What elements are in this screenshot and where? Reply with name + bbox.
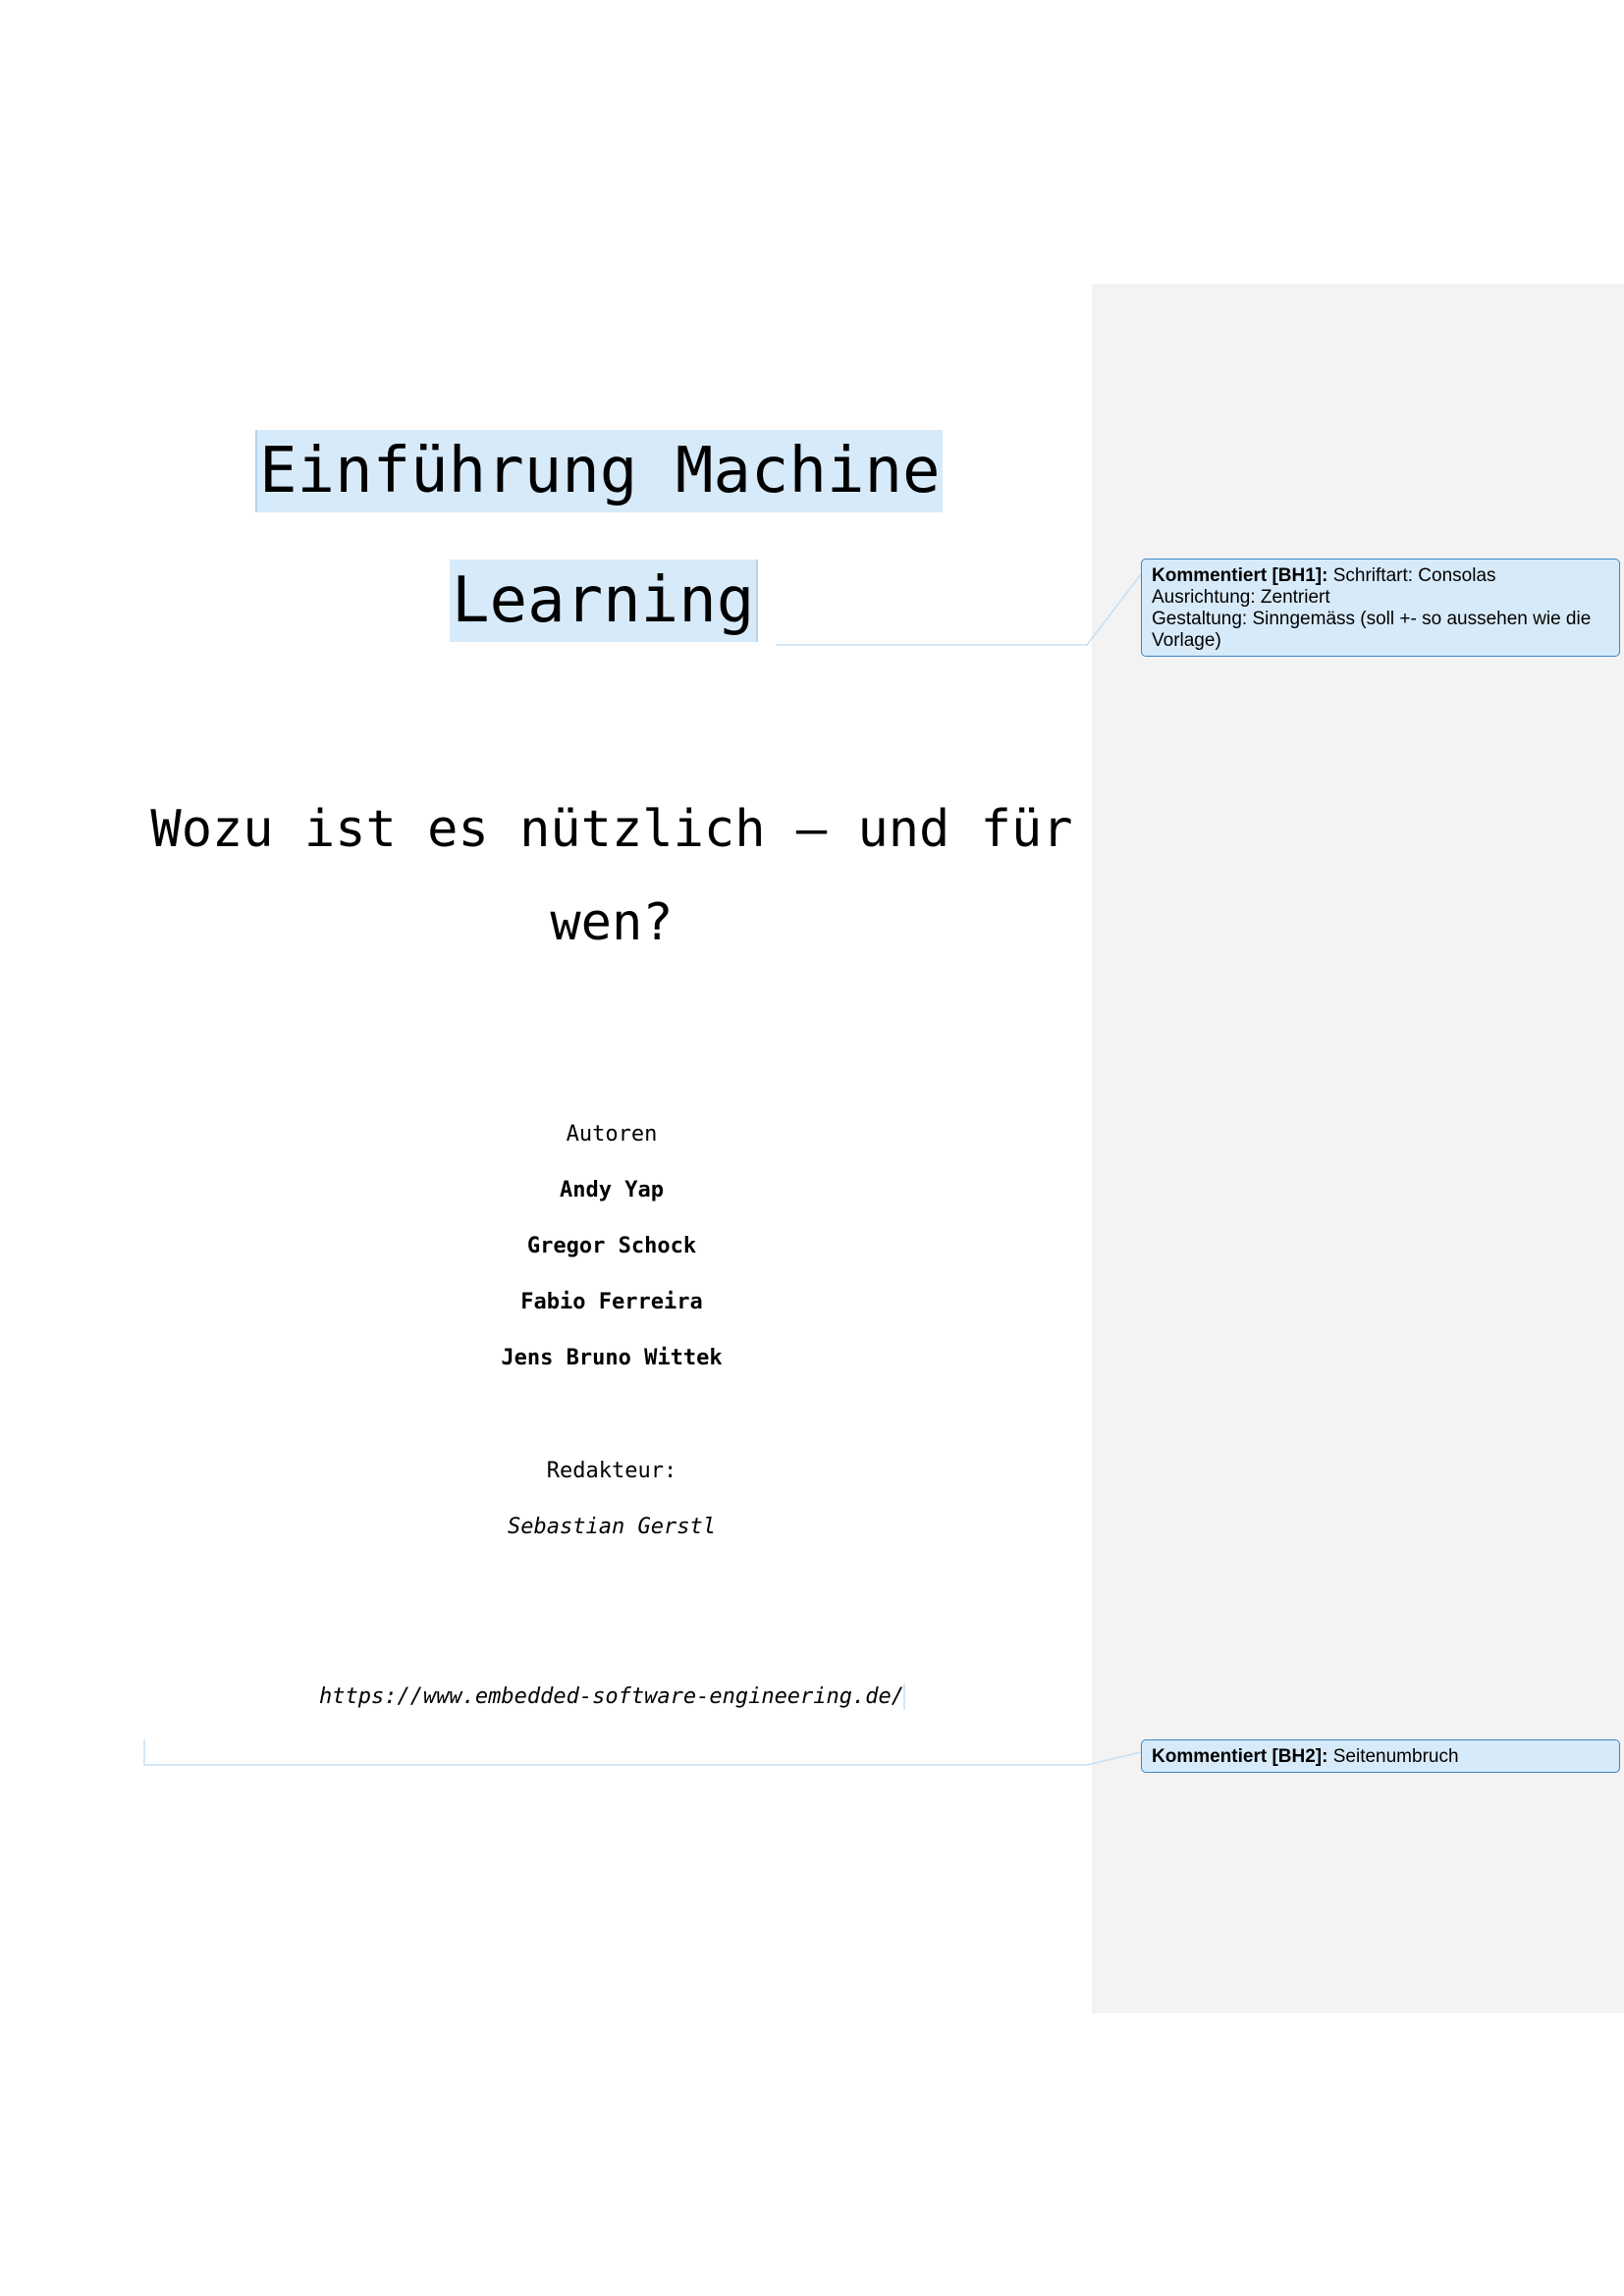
comment-text: Seitenumbruch bbox=[1332, 1746, 1459, 1767]
website-link[interactable]: https://www.embedded-software-engineerin… bbox=[128, 1684, 1096, 1709]
title-line-2: Learning bbox=[450, 560, 759, 642]
title-line-1: Einführung Machine bbox=[255, 430, 943, 512]
author-name: Andy Yap bbox=[560, 1178, 664, 1202]
document-page: Einführung Machine Learning Wozu ist es … bbox=[0, 0, 1624, 2296]
comment-text: Gestaltung: Sinngemäss (soll +- so ausse… bbox=[1152, 609, 1592, 651]
comment-label: Kommentiert [BH1]: bbox=[1152, 565, 1328, 586]
authors-label: Autoren bbox=[566, 1122, 658, 1147]
author-name: Gregor Schock bbox=[526, 1234, 697, 1258]
comment-text: Ausrichtung: Zentriert bbox=[1152, 587, 1330, 608]
editor-label: Redakteur: bbox=[546, 1459, 677, 1483]
editor-name: Sebastian Gerstl bbox=[508, 1515, 716, 1539]
author-name: Jens Bruno Wittek bbox=[501, 1346, 723, 1370]
author-name: Fabio Ferreira bbox=[520, 1290, 703, 1314]
subtitle-line-2: wen? bbox=[550, 893, 674, 952]
comment-label: Kommentiert [BH2]: bbox=[1152, 1746, 1328, 1767]
comment-text: Schriftart: Consolas bbox=[1332, 565, 1496, 586]
comment-bh2[interactable]: Kommentiert [BH2]: Seitenumbruch bbox=[1141, 1739, 1620, 1773]
comment-bh1[interactable]: Kommentiert [BH1]: Schriftart: Consolas … bbox=[1141, 559, 1620, 657]
subtitle-line-1: Wozu ist es nützlich – und für bbox=[150, 800, 1073, 859]
comment-connector-lines bbox=[143, 573, 1142, 1766]
